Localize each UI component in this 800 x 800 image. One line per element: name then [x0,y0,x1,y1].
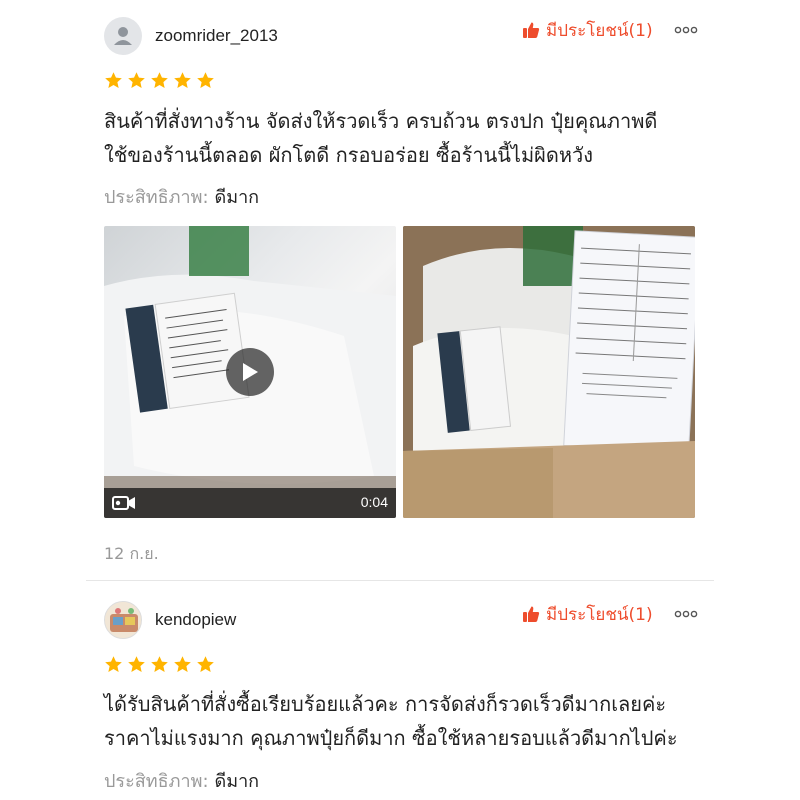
helpful-button[interactable]: มีประโยชน์(1) [522,602,653,626]
review-text: ได้รับสินค้าที่สั่งซื้อเรียบร้อยแล้วคะ ก… [104,687,724,755]
default-avatar-icon [114,27,132,45]
star-icon [105,72,122,89]
review-text-line: ใช้ของร้านนี้ตลอด ผักโตดี กรอบอร่อย ซื้อ… [104,143,594,167]
star-icon [151,656,168,673]
video-camera-icon [112,496,135,510]
helpful-count: มีประโยชน์(1) [546,604,653,625]
attribute-value: ดีมาก [214,187,260,208]
star-icon [174,656,191,673]
rating-stars [104,655,215,674]
review-text-line: ได้รับสินค้าที่สั่งซื้อเรียบร้อยแล้วคะ ก… [104,692,667,716]
helpful-button[interactable]: มีประโยชน์(1) [522,18,653,42]
more-options-button[interactable] [673,602,699,626]
review-divider [86,580,714,581]
review-text-line: สินค้าที่สั่งทางร้าน จัดส่งให้รวดเร็ว คร… [104,109,658,133]
star-icon [128,656,145,673]
play-icon [243,363,258,381]
review-attribute: ประสิทธิภาพ: ดีมาก [104,766,259,795]
review-text-line: ราคาไม่แรงมาก คุณภาพปุ๋ยก็ดีมาก ซื้อใช้ห… [104,726,678,750]
user-avatar-image [105,602,141,638]
star-icon [174,72,191,89]
more-dots-icon [674,610,698,618]
review-attribute: ประสิทธิภาพ: ดีมาก [104,182,259,211]
star-icon [151,72,168,89]
review-username[interactable]: zoomrider_2013 [155,26,278,46]
helpful-count: มีประโยชน์(1) [546,20,653,41]
attribute-label: ประสิทธิภาพ: [104,771,209,792]
review-video-thumbnail[interactable]: 0:04 [104,226,396,518]
more-dots-icon [674,26,698,34]
review-username[interactable]: kendopiew [155,610,236,630]
star-icon [197,656,214,673]
attribute-label: ประสิทธิภาพ: [104,187,209,208]
review-photo-image [403,226,695,518]
play-button[interactable] [226,348,274,396]
rating-stars [104,71,215,90]
more-options-button[interactable] [673,18,699,42]
review-date: 12 ก.ย. [104,544,159,563]
video-duration: 0:04 [360,494,388,510]
review-photo-thumbnail[interactable] [403,226,695,518]
thumbs-up-icon [523,606,540,622]
review-text: สินค้าที่สั่งทางร้าน จัดส่งให้รวดเร็ว คร… [104,104,724,172]
thumbs-up-icon [523,22,540,38]
star-icon [128,72,145,89]
avatar[interactable] [104,601,142,639]
star-icon [105,656,122,673]
star-icon [197,72,214,89]
attribute-value: ดีมาก [214,771,260,792]
avatar[interactable] [104,17,142,55]
